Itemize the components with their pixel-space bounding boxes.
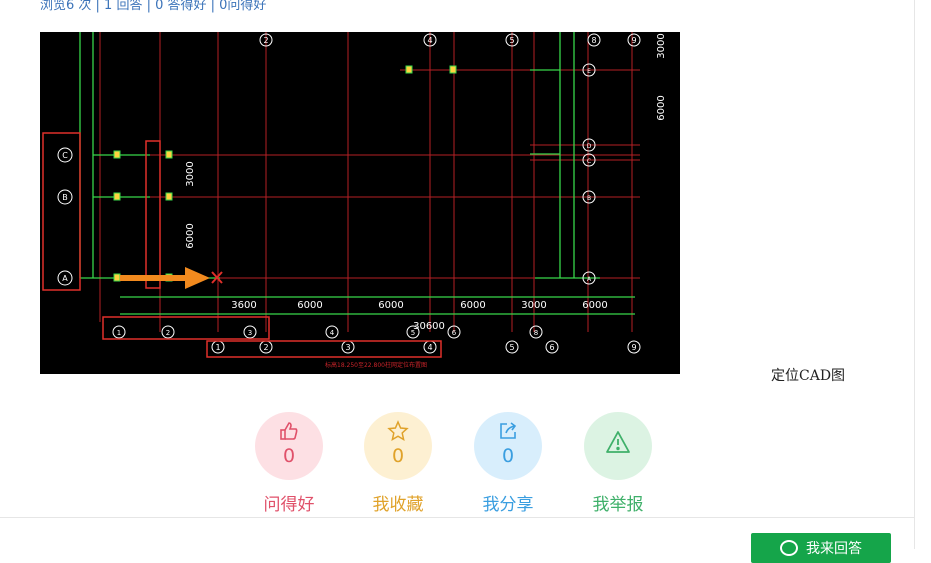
grid-label: 9: [631, 36, 636, 45]
share-circle[interactable]: 0: [474, 412, 542, 480]
grid-label: 2: [263, 36, 268, 45]
report-button[interactable]: 我举报: [573, 412, 663, 515]
thumbs-up-icon: [278, 420, 300, 442]
grid-label: 2: [263, 343, 268, 352]
favorite-button[interactable]: 0 我收藏: [353, 412, 443, 515]
dimension-label: 6000: [582, 300, 607, 311]
grid-label: 1: [117, 329, 121, 337]
grid-label: 3: [248, 329, 252, 337]
favorite-label: 我收藏: [372, 495, 424, 515]
star-icon: [387, 420, 409, 442]
answer-button-label: 我来回答: [806, 541, 862, 557]
favorite-circle[interactable]: 0: [364, 412, 432, 480]
share-label: 我分享: [482, 495, 534, 515]
answer-button[interactable]: 我来回答: [751, 533, 891, 563]
row-label: E: [587, 68, 591, 75]
image-caption: 定位CAD图: [771, 368, 846, 384]
row-label: C: [587, 158, 591, 165]
grid-label: 2: [166, 329, 170, 337]
like-label: 问得好: [263, 495, 315, 515]
grid-label: 6: [549, 343, 554, 352]
grid-label: 8: [591, 36, 596, 45]
grid-label: 3: [345, 343, 350, 352]
chat-bubble-icon: [780, 540, 798, 556]
like-circle[interactable]: 0: [255, 412, 323, 480]
cad-drawing-image: 2 4 5 8 9 C B A E D C B A 1 2 3 4 5 6 8 …: [40, 32, 680, 374]
cad-column-markers: [113, 65, 457, 282]
right-divider: [914, 0, 915, 549]
share-icon: [497, 420, 519, 442]
cad-canvas: 2 4 5 8 9 C B A E D C B A 1 2 3 4 5 6 8 …: [42, 32, 667, 369]
grid-label: 4: [330, 329, 335, 337]
grid-label: 4: [427, 343, 432, 352]
grid-label: 8: [534, 329, 538, 337]
like-count: 0: [282, 445, 296, 467]
grid-label: 5: [509, 343, 514, 352]
row-label: C: [62, 151, 68, 160]
grid-label: 1: [215, 343, 220, 352]
section-divider: [0, 517, 914, 518]
warning-icon: [605, 430, 631, 453]
grid-label: 9: [631, 343, 636, 352]
dimension-label: 6000: [460, 300, 485, 311]
dimension-label: 6000: [378, 300, 403, 311]
grid-label: 4: [427, 36, 432, 45]
question-stats: 浏览6 次 | 1 回答 | 0 答得好 | 0问得好: [40, 0, 267, 13]
red-highlight-boxes: [42, 132, 442, 358]
row-label: B: [62, 193, 68, 202]
row-label: A: [587, 276, 592, 283]
dimension-total: 30600: [413, 321, 445, 332]
orange-arrow-annotation: [120, 267, 223, 289]
dimension-label: 3000: [185, 161, 196, 186]
dimension-label: 6000: [297, 300, 322, 311]
cad-footer-note: 标高18.250至22.800柱网定位布置图: [325, 361, 427, 369]
row-label: A: [62, 274, 68, 283]
favorite-count: 0: [391, 445, 405, 467]
dimension-label: 6000: [656, 95, 667, 120]
report-circle[interactable]: [584, 412, 652, 480]
row-label: B: [587, 195, 591, 202]
dimension-label: 6000: [185, 223, 196, 248]
grid-label: 5: [509, 36, 514, 45]
row-label: D: [587, 143, 592, 150]
share-count: 0: [501, 445, 515, 467]
like-question-button[interactable]: 0 问得好: [244, 412, 334, 515]
dimension-label: 3000: [521, 300, 546, 311]
dimension-label: 3600: [231, 300, 256, 311]
dimension-label: 3000: [656, 33, 667, 58]
share-button[interactable]: 0 我分享: [463, 412, 553, 515]
grid-label: 6: [452, 329, 457, 337]
report-label: 我举报: [592, 495, 644, 515]
